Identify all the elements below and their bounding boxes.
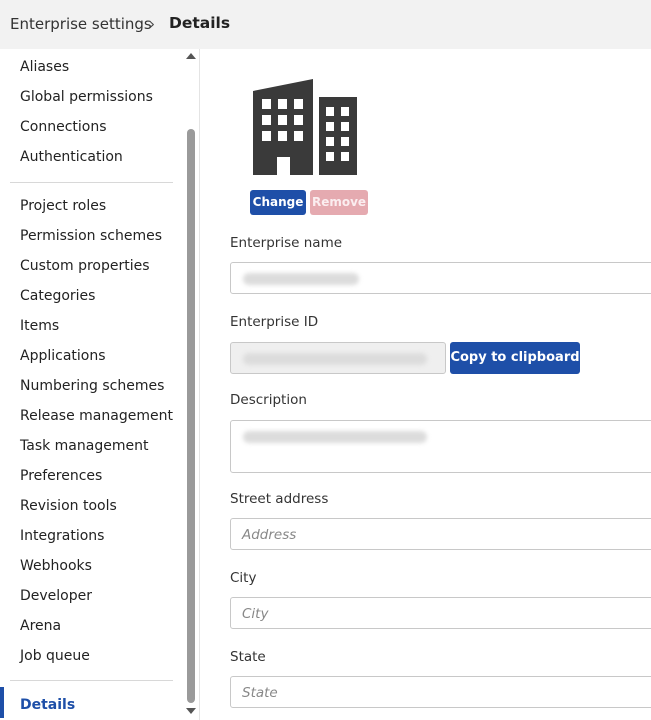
sidebar-scrollbar[interactable]: [184, 49, 198, 720]
sidebar-item-preferences[interactable]: Preferences: [20, 468, 102, 484]
city-placeholder: City: [242, 606, 269, 622]
sidebar-item-webhooks[interactable]: Webhooks: [20, 558, 92, 574]
sidebar-item-release-management[interactable]: Release management: [20, 408, 173, 424]
sidebar-item-global-permissions[interactable]: Global permissions: [20, 89, 153, 105]
sidebar-divider: [10, 680, 173, 681]
change-logo-button[interactable]: Change: [250, 190, 306, 215]
sidebar-item-authentication[interactable]: Authentication: [20, 149, 123, 165]
enterprise-id-field: [230, 342, 446, 374]
sidebar-item-custom-properties[interactable]: Custom properties: [20, 258, 150, 274]
breadcrumb-current: Details: [169, 14, 231, 32]
sidebar-item-aliases[interactable]: Aliases: [20, 59, 69, 75]
sidebar-item-permission-schemes[interactable]: Permission schemes: [20, 228, 162, 244]
state-field[interactable]: State: [230, 676, 651, 708]
sidebar: Aliases Global permissions Connections A…: [0, 49, 200, 720]
details-panel: Change Remove Enterprise name Enterprise…: [200, 49, 651, 720]
sidebar-item-items[interactable]: Items: [20, 318, 59, 334]
sidebar-item-integrations[interactable]: Integrations: [20, 528, 104, 544]
sidebar-item-arena[interactable]: Arena: [20, 618, 61, 634]
address-placeholder: Address: [242, 527, 297, 543]
scroll-up-arrow-icon[interactable]: [186, 53, 196, 59]
sidebar-item-task-management[interactable]: Task management: [20, 438, 148, 454]
sidebar-item-applications[interactable]: Applications: [20, 348, 106, 364]
city-label: City: [230, 570, 257, 586]
sidebar-divider: [10, 182, 173, 183]
sidebar-item-developer[interactable]: Developer: [20, 588, 92, 604]
sidebar-item-project-roles[interactable]: Project roles: [20, 198, 106, 214]
sidebar-item-categories[interactable]: Categories: [20, 288, 95, 304]
street-address-field[interactable]: Address: [230, 518, 651, 550]
redacted-value: [243, 353, 427, 365]
header-bar: Enterprise settings › Details: [0, 0, 651, 49]
enterprise-name-label: Enterprise name: [230, 235, 343, 251]
sidebar-item-connections[interactable]: Connections: [20, 119, 107, 135]
enterprise-id-label: Enterprise ID: [230, 314, 319, 330]
redacted-value: [243, 431, 427, 443]
active-indicator: [0, 687, 4, 718]
city-field[interactable]: City: [230, 597, 651, 629]
remove-logo-button[interactable]: Remove: [310, 190, 368, 215]
sidebar-item-details[interactable]: Details: [20, 697, 75, 713]
state-placeholder: State: [242, 685, 278, 701]
breadcrumb-parent-link[interactable]: Enterprise settings: [10, 15, 152, 33]
street-address-label: Street address: [230, 491, 329, 507]
description-label: Description: [230, 392, 307, 408]
scroll-down-arrow-icon[interactable]: [186, 708, 196, 714]
state-label: State: [230, 649, 266, 665]
chevron-right-icon: ›: [149, 15, 155, 33]
scroll-thumb[interactable]: [187, 129, 195, 703]
sidebar-item-numbering-schemes[interactable]: Numbering schemes: [20, 378, 164, 394]
sidebar-item-revision-tools[interactable]: Revision tools: [20, 498, 117, 514]
redacted-value: [243, 273, 359, 285]
sidebar-item-job-queue[interactable]: Job queue: [20, 648, 90, 664]
copy-to-clipboard-button[interactable]: Copy to clipboard: [450, 342, 580, 374]
building-icon: [253, 79, 357, 175]
enterprise-name-field[interactable]: [230, 262, 651, 294]
description-field[interactable]: [230, 420, 651, 473]
